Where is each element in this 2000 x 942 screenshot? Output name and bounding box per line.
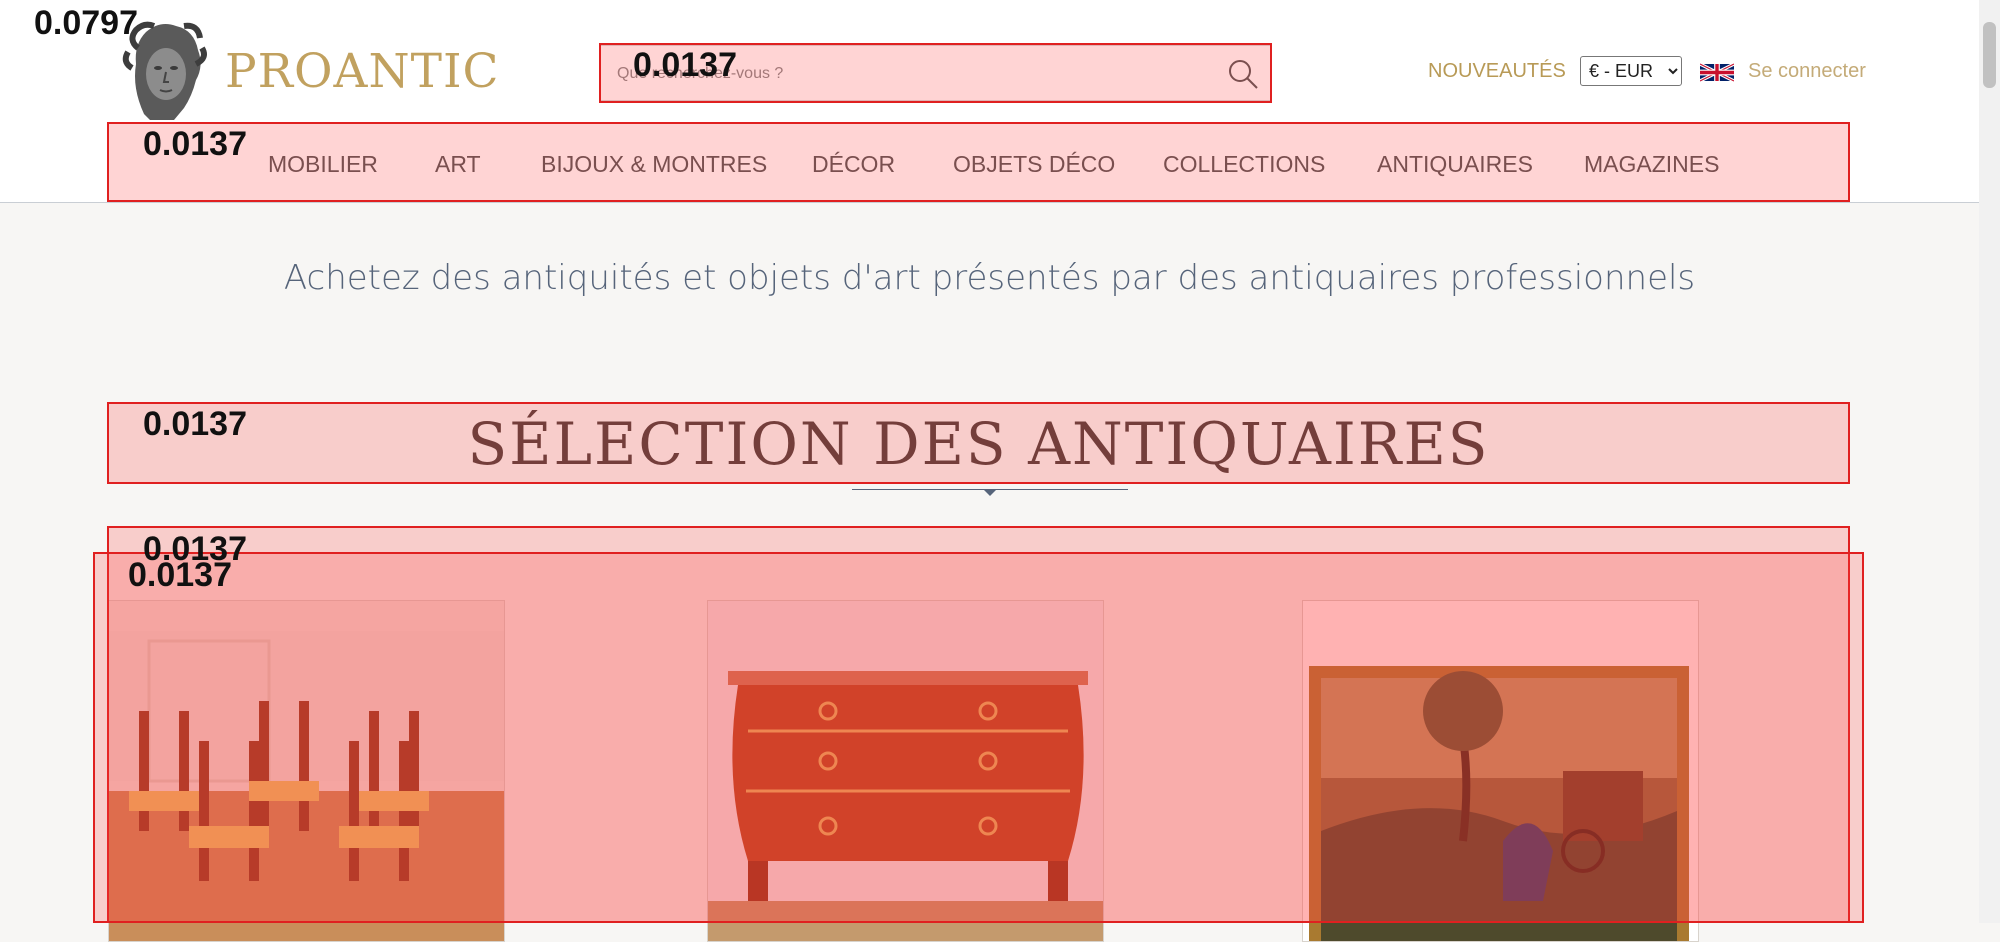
brand-logo-text[interactable]: PROANTIC xyxy=(225,44,500,99)
title-divider-caret xyxy=(983,489,997,496)
currency-select[interactable]: € - EUR xyxy=(1580,56,1682,86)
overlay-label-nav: 0.0137 xyxy=(143,125,247,163)
page-tagline: Achetez des antiquités et objets d'art p… xyxy=(283,258,1696,298)
nouveautes-link[interactable]: NOUVEAUTÉS xyxy=(1428,60,1566,83)
overlay-label-search: 0.0137 xyxy=(633,46,737,84)
overlay-label-products-row: 0.0137 xyxy=(128,556,232,594)
uk-flag-icon[interactable] xyxy=(1700,60,1734,85)
overlay-section-title xyxy=(107,402,1850,484)
login-link[interactable]: Se connecter xyxy=(1748,60,1866,83)
overlay-label-section-title: 0.0137 xyxy=(143,405,247,443)
overlay-products-row xyxy=(93,552,1864,923)
overlay-label-logo: 0.0797 xyxy=(34,4,138,42)
scrollbar[interactable] xyxy=(1979,0,2000,923)
overlay-nav xyxy=(107,122,1850,202)
scrollbar-thumb[interactable] xyxy=(1983,22,1996,88)
